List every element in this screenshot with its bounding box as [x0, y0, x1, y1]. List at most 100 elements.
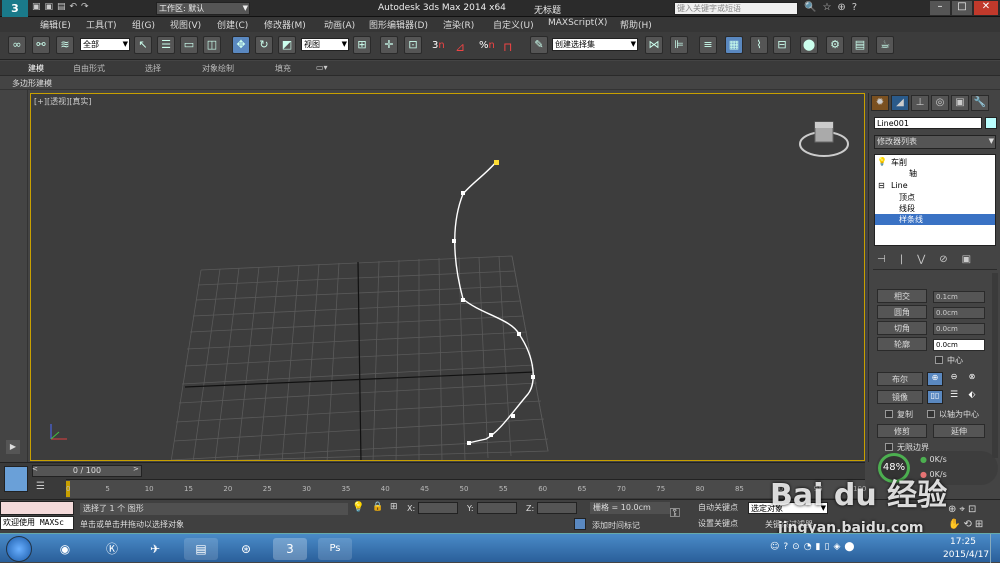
rect-selection-icon[interactable]: ▭ — [180, 36, 198, 54]
chamfer-value[interactable]: 0.0cm — [933, 323, 985, 335]
menu-create[interactable]: 创建(C) — [217, 18, 248, 31]
start-button-icon[interactable] — [6, 536, 32, 562]
edit-named-selection-icon[interactable]: ✎ — [530, 36, 548, 54]
menu-modifiers[interactable]: 修改器(M) — [264, 18, 306, 31]
taskbar-media-icon[interactable]: ⊛ — [229, 538, 263, 560]
quick-access-icons[interactable]: ▣▣▤↶↷ — [32, 2, 93, 12]
fillet-value[interactable]: 0.0cm — [933, 307, 985, 319]
menu-tools[interactable]: 工具(T) — [86, 18, 117, 31]
scale-icon[interactable]: ◩ — [278, 36, 296, 54]
stack-item-spline[interactable]: 样条线 — [875, 214, 995, 225]
rendered-frame-icon[interactable]: ▤ — [851, 36, 869, 54]
menu-maxscript[interactable]: MAXScript(X) — [548, 18, 607, 28]
tab-modeling[interactable]: 建模 — [28, 63, 44, 74]
perspective-viewport[interactable]: [+][透视][真实] — [30, 93, 865, 461]
mirror-button[interactable]: 镜像 — [877, 390, 923, 404]
tab-populate[interactable]: 填充 — [275, 63, 291, 74]
stack-item-line[interactable]: ⊟ Line — [875, 181, 995, 192]
layer-manager-icon[interactable]: ≡ — [699, 36, 717, 54]
z-coord-field[interactable] — [537, 502, 577, 514]
percent-snap[interactable]: %n — [479, 40, 495, 51]
maxscript-listener-pink[interactable] — [0, 501, 74, 515]
mirror-v-icon[interactable]: ☰ — [947, 390, 961, 404]
taskbar-folder-icon[interactable]: ▤ — [184, 538, 218, 560]
rotate-icon[interactable]: ↻ — [255, 36, 273, 54]
set-key-icon[interactable]: ⚿ — [670, 506, 680, 521]
menu-edit[interactable]: 编辑(E) — [40, 18, 71, 31]
ribbon-options-icon[interactable]: ▭▾ — [316, 63, 328, 72]
y-coord-field[interactable] — [477, 502, 517, 514]
center-checkbox[interactable] — [935, 356, 943, 364]
select-object-icon[interactable]: ↖ — [134, 36, 152, 54]
stack-item-axis[interactable]: 轴 — [875, 168, 995, 179]
menu-graph-editors[interactable]: 图形编辑器(D) — [369, 18, 428, 31]
schematic-view-icon[interactable]: ⊟ — [773, 36, 791, 54]
select-manipulate-icon[interactable]: ✛ — [380, 36, 398, 54]
x-coord-field[interactable] — [418, 502, 458, 514]
render-icon[interactable]: ☕ — [876, 36, 894, 54]
subtract-icon[interactable]: ⊖ — [947, 372, 961, 386]
unlink-icon[interactable]: ⚯ — [32, 36, 50, 54]
poly-modeling-label[interactable]: 多边形建模 — [12, 78, 52, 89]
move-icon[interactable]: ✥ — [232, 36, 250, 54]
object-color-swatch[interactable] — [985, 117, 997, 129]
menu-animation[interactable]: 动画(A) — [324, 18, 355, 31]
ref-coord-dropdown[interactable]: 视图 ▼ — [301, 38, 349, 51]
graphite-toggle-icon[interactable]: ▦ — [725, 36, 743, 54]
close-button[interactable]: ✕ — [974, 1, 998, 15]
selection-filter-dropdown[interactable]: 全部 ▼ — [80, 38, 130, 51]
expand-arrow-icon[interactable]: ▶ — [6, 440, 20, 454]
stack-item-segment[interactable]: 线段 — [875, 203, 995, 214]
chamfer-button[interactable]: 切角 — [877, 321, 927, 335]
menu-customize[interactable]: 自定义(U) — [493, 18, 534, 31]
mirror-icon[interactable]: ⋈ — [645, 36, 663, 54]
utilities-tab-icon[interactable]: 🔧 — [971, 95, 989, 111]
copy-checkbox[interactable] — [885, 410, 893, 418]
intersect-button[interactable]: 相交 — [877, 289, 927, 303]
keyboard-shortcut-icon[interactable]: ⊡ — [404, 36, 422, 54]
outline-value[interactable]: 0.0cm — [933, 339, 985, 351]
stack-tools-icons[interactable]: ⊣|⋁⊘▣ — [877, 254, 985, 265]
bind-space-warp-icon[interactable]: ≋ — [56, 36, 74, 54]
axis-center-checkbox[interactable] — [927, 410, 935, 418]
tab-object-paint[interactable]: 对象绘制 — [202, 63, 234, 74]
infinite-checkbox[interactable] — [885, 443, 893, 451]
taskbar-photoshop-icon[interactable]: Ps — [318, 538, 352, 560]
time-tag-icon[interactable] — [574, 518, 586, 530]
outline-button[interactable]: 轮廓 — [877, 337, 927, 351]
union-icon[interactable]: ⊕ — [927, 372, 943, 386]
render-setup-icon[interactable]: ⚙ — [826, 36, 844, 54]
modify-tab-icon[interactable]: ◢ — [891, 95, 909, 111]
add-time-tag-label[interactable]: 添加时间标记 — [592, 520, 640, 531]
taskbar-3dsmax-icon[interactable]: 3 — [273, 538, 307, 560]
trim-button[interactable]: 修剪 — [877, 424, 927, 438]
angle-snap-icon[interactable]: ⊿ — [455, 40, 465, 54]
mirror-h-icon[interactable]: ▯▯ — [927, 390, 943, 404]
fillet-button[interactable]: 圆角 — [877, 305, 927, 319]
modifier-list-dropdown[interactable]: 修改器列表 ▼ — [874, 135, 996, 149]
intersect-icon[interactable]: ⊗ — [965, 372, 979, 386]
snap-toggle[interactable]: 3n — [432, 40, 445, 51]
workspace-dropdown[interactable]: 工作区: 默认 ▼ — [156, 2, 250, 15]
transform-mode-icon[interactable]: ⊞ — [390, 502, 398, 512]
tab-freeform[interactable]: 自由形式 — [73, 63, 105, 74]
help-icons[interactable]: 🔍☆⊕? — [804, 2, 863, 13]
isolate-icon[interactable]: 💡 — [352, 502, 364, 513]
stack-item-lathe[interactable]: 💡 车削 — [875, 157, 995, 168]
taskbar-chrome-icon[interactable]: ◉ — [48, 538, 82, 560]
select-by-name-icon[interactable]: ☰ — [157, 36, 175, 54]
window-crossing-icon[interactable]: ◫ — [203, 36, 221, 54]
material-editor-icon[interactable]: ⬤ — [800, 36, 818, 54]
boolean-button[interactable]: 布尔 — [877, 372, 923, 386]
modifier-stack[interactable]: 💡 车削 轴 ⊟ Line 顶点 线段 样条线 — [874, 154, 996, 246]
nav-controls-icons[interactable]: ⊕⌖⊡ ✋⟲⊞ — [948, 502, 998, 532]
mirror-both-icon[interactable]: ⬖ — [965, 390, 979, 404]
app-logo-icon[interactable]: 3 — [2, 0, 28, 17]
hierarchy-tab-icon[interactable]: ⊥ — [911, 95, 929, 111]
taskbar-kuaibo-icon[interactable]: Ⓚ — [95, 538, 129, 560]
menu-view[interactable]: 视图(V) — [170, 18, 201, 31]
align-icon[interactable]: ⊫ — [670, 36, 688, 54]
motion-tab-icon[interactable]: ◎ — [931, 95, 949, 111]
stack-item-vertex[interactable]: 顶点 — [875, 192, 995, 203]
lock-icon[interactable]: 🔒 — [372, 502, 383, 512]
